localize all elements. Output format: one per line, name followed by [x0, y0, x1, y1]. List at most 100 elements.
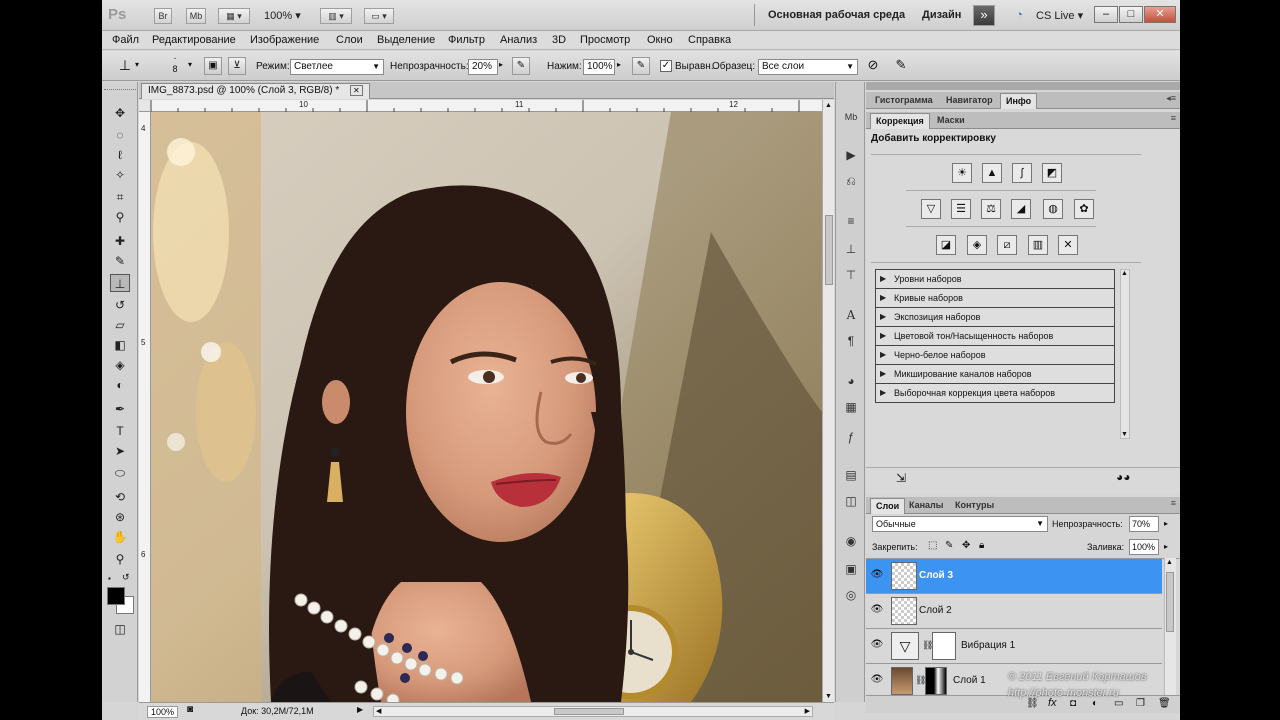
selective-color-icon[interactable]: ✕	[1058, 235, 1078, 255]
animation-panel-icon[interactable]: ▣	[842, 560, 860, 578]
tab-masks[interactable]: Маски	[932, 113, 970, 129]
photo-filter-icon[interactable]: ◍	[1043, 199, 1063, 219]
airbrush-icon[interactable]: ✎	[632, 57, 650, 75]
tab-layers[interactable]: Слои	[870, 498, 906, 514]
menu-filter[interactable]: Фильтр	[448, 34, 485, 46]
h-scrollbar-thumb[interactable]	[554, 708, 624, 715]
hue-saturation-icon[interactable]: ☰	[951, 199, 971, 219]
fill-slider-icon[interactable]: ▸	[1164, 542, 1168, 551]
layer-mask-thumbnail[interactable]	[932, 632, 956, 660]
image-canvas[interactable]	[151, 112, 822, 702]
layer-name[interactable]: Слой 1	[953, 675, 986, 686]
status-menu-icon[interactable]: ◙	[187, 704, 193, 715]
visibility-eye-icon[interactable]: 👁︎	[870, 604, 884, 618]
levels-icon[interactable]: ▲	[982, 163, 1002, 183]
new-adjustment-icon[interactable]: ◐	[1092, 698, 1098, 709]
styles-panel-icon[interactable]: ◕	[842, 372, 860, 390]
move-tool-icon[interactable]: ✥	[110, 104, 130, 122]
fill-input[interactable]: 100%	[1129, 539, 1159, 555]
layer-mask-thumbnail[interactable]	[925, 667, 947, 695]
type-tool-icon[interactable]: T	[110, 422, 130, 440]
scroll-left-icon[interactable]: ◀	[376, 707, 381, 715]
zoom-level-dropdown[interactable]: 100% ▾	[264, 9, 301, 22]
3d-panel-icon[interactable]: ◉	[842, 532, 860, 550]
layers-scrollbar[interactable]: ▲	[1164, 558, 1176, 695]
shape-tool-icon[interactable]: ⬭	[110, 464, 130, 482]
quick-select-tool-icon[interactable]: ✧	[110, 166, 130, 184]
opacity-input[interactable]: 20%	[468, 59, 498, 75]
history-panel-icon[interactable]: ⎌	[842, 172, 860, 190]
scroll-down-icon[interactable]: ▼	[1121, 431, 1128, 438]
foreground-color-swatch[interactable]	[107, 587, 125, 605]
path-selection-tool-icon[interactable]: ➤	[110, 442, 130, 460]
history-brush-tool-icon[interactable]: ↺	[110, 296, 130, 314]
clone-source-panel-icon[interactable]: ⊥	[842, 240, 860, 258]
menu-help[interactable]: Справка	[688, 34, 731, 46]
blur-tool-icon[interactable]: ◈	[110, 356, 130, 374]
return-to-list-icon[interactable]: ⇲	[896, 471, 906, 485]
layer-name[interactable]: Слой 2	[919, 605, 952, 616]
layer-row-2[interactable]: 👁︎ Слой 2	[866, 594, 1162, 629]
paragraph-panel-icon[interactable]: ¶	[842, 332, 860, 350]
menu-window[interactable]: Окно	[647, 34, 673, 46]
status-zoom[interactable]: 100%	[147, 706, 179, 718]
brush-tool-icon[interactable]: ✎	[110, 252, 130, 270]
menu-file[interactable]: Файл	[112, 34, 139, 46]
layers-scrollbar-thumb[interactable]	[1166, 572, 1174, 632]
brush-chevron-icon[interactable]: ▾	[188, 60, 192, 69]
preset-hue-saturation[interactable]: ▶ Цветовой тон/Насыщенность наборов	[876, 327, 1114, 346]
visibility-eye-icon[interactable]: 👁︎	[870, 674, 884, 688]
menu-select[interactable]: Выделение	[377, 34, 435, 46]
dodge-tool-icon[interactable]: ◐	[110, 376, 130, 394]
preset-chevron-icon[interactable]: ▾	[135, 60, 139, 69]
invert-icon[interactable]: ◪	[936, 235, 956, 255]
marquee-tool-icon[interactable]: ◌	[110, 126, 130, 144]
character-panel-icon[interactable]: A	[842, 306, 860, 324]
layer-comps-panel-icon[interactable]: ◫	[842, 492, 860, 510]
visibility-eye-icon[interactable]: 👁︎	[870, 639, 884, 653]
clone-stamp-tool-icon[interactable]: ⊥	[110, 274, 130, 292]
toolbox-grip[interactable]	[104, 84, 136, 90]
mini-bridge-button[interactable]: Mb	[186, 8, 206, 24]
tab-navigator[interactable]: Навигатор	[941, 93, 998, 109]
pen-tool-icon[interactable]: ✒	[110, 400, 130, 418]
pressure-stepper-icon[interactable]: ▸	[617, 60, 621, 69]
mini-bridge-panel-icon[interactable]: Mb	[842, 108, 860, 126]
masks-panel-icon[interactable]: ◎	[842, 586, 860, 604]
preset-channel-mixer[interactable]: ▶ Микширование каналов наборов	[876, 365, 1114, 384]
threshold-icon[interactable]: ⧄	[997, 235, 1017, 255]
preset-curves[interactable]: ▶ Кривые наборов	[876, 289, 1114, 308]
3d-orbit-tool-icon[interactable]: ⊛	[110, 508, 130, 526]
tab-histogram[interactable]: Гистограмма	[870, 93, 938, 109]
pressure-input[interactable]: 100%	[583, 59, 615, 75]
crop-tool-icon[interactable]: ⌗	[110, 188, 130, 206]
layer-row-vibrance[interactable]: 👁︎ ▽ ⛓ Вибрация 1	[866, 629, 1162, 664]
tool-presets-panel-icon[interactable]: ⊤	[842, 266, 860, 284]
presets-scrollbar[interactable]: ▲ ▼	[1120, 269, 1130, 439]
layer-opacity-input[interactable]: 70%	[1129, 516, 1159, 532]
posterize-icon[interactable]: ◈	[967, 235, 987, 255]
workspace-essentials[interactable]: Основная рабочая среда	[768, 9, 905, 21]
brightness-contrast-icon[interactable]: ☀	[952, 163, 972, 183]
document-tab[interactable]: IMG_8873.psd @ 100% (Слой 3, RGB/8) * ✕	[141, 83, 370, 99]
lock-transparency-icon[interactable]: ⬚	[928, 540, 937, 551]
lock-all-icon[interactable]: 🔒︎	[979, 540, 984, 551]
menu-analysis[interactable]: Анализ	[500, 34, 537, 46]
more-workspaces-button[interactable]: »	[973, 5, 995, 26]
quick-mask-icon[interactable]: ◫	[110, 620, 130, 638]
horizontal-scrollbar[interactable]: ◀ ▶	[373, 706, 813, 717]
actions-panel-icon[interactable]: ▶	[842, 146, 860, 164]
ruler-origin[interactable]	[139, 100, 151, 112]
maximize-button[interactable]: □	[1119, 6, 1143, 23]
toggle-brush-panel-icon[interactable]: ▣	[204, 57, 222, 75]
scroll-up-icon[interactable]: ▲	[1121, 270, 1128, 277]
menu-layers[interactable]: Слои	[336, 34, 363, 46]
exposure-icon[interactable]: ◩	[1042, 163, 1062, 183]
scroll-down-icon[interactable]: ▼	[825, 693, 832, 700]
mode-select[interactable]: Светлее ▼	[290, 59, 384, 75]
clip-to-layer-icon[interactable]: ◕◕	[1116, 470, 1131, 484]
menu-image[interactable]: Изображение	[250, 34, 319, 46]
vibrance-icon[interactable]: ▽	[921, 199, 941, 219]
lasso-tool-icon[interactable]: ℓ	[110, 146, 130, 164]
visibility-eye-icon[interactable]: 👁︎	[870, 569, 884, 583]
